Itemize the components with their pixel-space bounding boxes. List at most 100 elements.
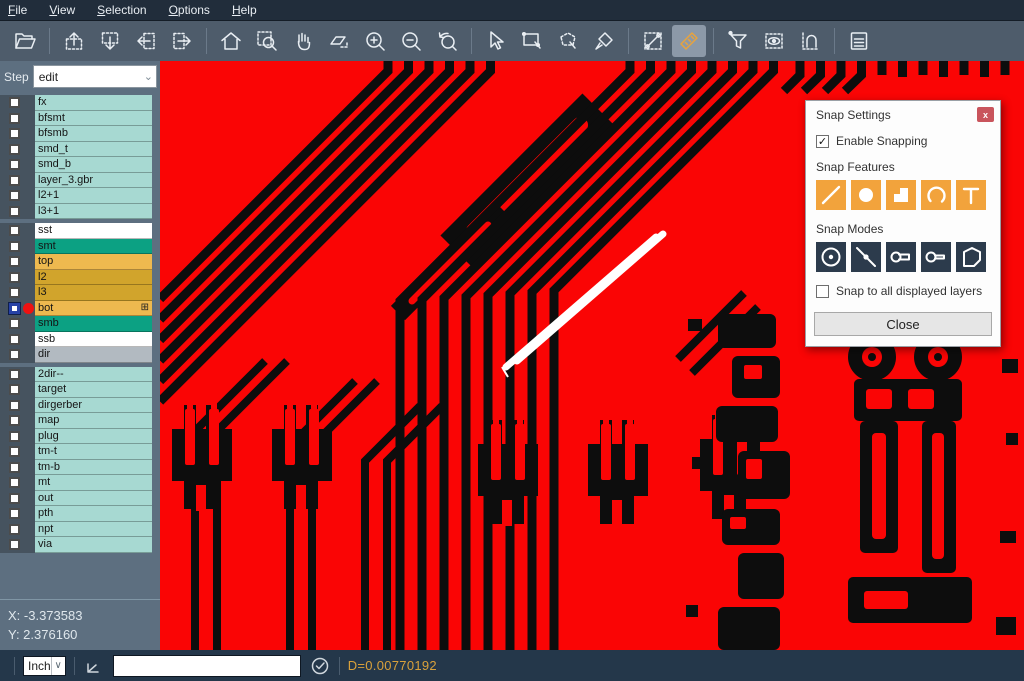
layer-name[interactable]: mt [35,475,152,491]
pan-hand-button[interactable] [286,25,320,57]
layer-name[interactable]: via [35,537,152,553]
snap-point-on-feature-button[interactable] [851,242,881,272]
layer-name[interactable]: sst [35,223,152,239]
layer-checkbox[interactable] [7,126,22,142]
layer-checkbox[interactable] [7,270,22,286]
snap-all-row[interactable]: Snap to all displayed layers [806,278,1000,304]
measure-arc-button[interactable] [793,25,827,57]
layer-name[interactable]: ssb [35,332,152,348]
snap-pad-b-button[interactable] [921,242,951,272]
layer-checkbox[interactable] [7,460,22,476]
layer-checkbox[interactable] [7,522,22,538]
layer-name[interactable]: l3+1 [35,204,152,220]
snap-outline-button[interactable] [956,242,986,272]
import-up-button[interactable] [57,25,91,57]
import-right-button[interactable] [165,25,199,57]
ruler-button[interactable] [672,25,706,57]
layer-checkbox[interactable] [7,413,22,429]
layer-checkbox[interactable] [7,444,22,460]
layer-checkbox[interactable] [7,111,22,127]
layer-name[interactable]: l2 [35,270,152,286]
layer-checkbox[interactable] [7,142,22,158]
layer-checkbox[interactable] [7,254,22,270]
layer-name[interactable]: l2+1 [35,188,152,204]
layer-checkbox[interactable] [7,491,22,507]
zoom-previous-button[interactable] [430,25,464,57]
layer-name[interactable]: dir [35,347,152,363]
snap-center-button[interactable] [816,242,846,272]
layer-name[interactable]: fx [35,95,152,111]
layer-checkbox[interactable] [7,382,22,398]
layer-name[interactable]: 2dir-- [35,367,152,383]
menu-item-options[interactable]: Options [169,3,210,17]
layer-checkbox[interactable] [7,537,22,553]
zoom-window-button[interactable] [250,25,284,57]
layer-checkbox[interactable] [7,316,22,332]
snap-toggle-icon[interactable] [309,655,331,677]
layer-name[interactable]: bot⊞ [35,301,152,317]
layer-name[interactable]: bfsmt [35,111,152,127]
layer-checkbox[interactable] [7,347,22,363]
open-folder-button[interactable] [8,25,42,57]
enable-snapping-checkbox[interactable]: ✓ [816,135,829,148]
layer-name[interactable]: map [35,413,152,429]
zoom-in-button[interactable] [358,25,392,57]
clean-brush-button[interactable] [587,25,621,57]
layer-checkbox[interactable] [7,204,22,220]
snap-surface-button[interactable] [886,180,916,210]
snap-all-checkbox[interactable] [816,285,829,298]
step-select[interactable]: edit ⌄ [33,65,157,88]
measure-point-button[interactable] [636,25,670,57]
select-cursor-button[interactable] [479,25,513,57]
angle-icon[interactable] [83,655,105,677]
zoom-out-button[interactable] [394,25,428,57]
layer-name[interactable]: bfsmb [35,126,152,142]
snap-pad-a-button[interactable] [886,242,916,272]
command-input[interactable] [113,655,301,677]
layer-name[interactable]: pth [35,506,152,522]
layer-name[interactable]: smt [35,239,152,255]
rect-select-button[interactable] [515,25,549,57]
layer-name[interactable]: smd_b [35,157,152,173]
layer-checkbox[interactable] [7,301,22,317]
layer-checkbox[interactable] [7,367,22,383]
layer-name[interactable]: tm-b [35,460,152,476]
layer-name[interactable]: dirgerber [35,398,152,414]
view-area-button[interactable] [757,25,791,57]
layer-checkbox[interactable] [7,285,22,301]
close-button[interactable]: Close [814,312,992,336]
menu-item-view[interactable]: View [49,3,75,17]
layer-name[interactable]: smb [35,316,152,332]
layer-name[interactable]: tm-t [35,444,152,460]
layer-checkbox[interactable] [7,95,22,111]
layer-checkbox[interactable] [7,506,22,522]
move-view-button[interactable] [322,25,356,57]
layer-name[interactable]: layer_3.gbr [35,173,152,189]
layer-name[interactable]: target [35,382,152,398]
layer-checkbox[interactable] [7,332,22,348]
menu-item-file[interactable]: File [8,3,27,17]
layer-name[interactable]: plug [35,429,152,445]
layer-name[interactable]: npt [35,522,152,538]
dialog-close-icon[interactable]: x [977,107,994,122]
home-view-button[interactable] [214,25,248,57]
import-left-button[interactable] [129,25,163,57]
layer-name[interactable]: top [35,254,152,270]
snap-circle-button[interactable] [851,180,881,210]
layer-checkbox[interactable] [7,475,22,491]
snap-text-button[interactable] [956,180,986,210]
report-button[interactable] [842,25,876,57]
layer-name[interactable]: out [35,491,152,507]
layer-checkbox[interactable] [7,173,22,189]
snap-line-button[interactable] [816,180,846,210]
filter-button[interactable] [721,25,755,57]
layer-checkbox[interactable] [7,398,22,414]
snap-arc-button[interactable] [921,180,951,210]
layer-checkbox[interactable] [7,157,22,173]
layer-checkbox[interactable] [7,239,22,255]
enable-snapping-row[interactable]: ✓ Enable Snapping [806,128,1000,154]
unit-select[interactable]: Inch ∨ [23,656,66,676]
polygon-select-button[interactable] [551,25,585,57]
menu-item-selection[interactable]: Selection [97,3,146,17]
layer-name[interactable]: smd_t [35,142,152,158]
